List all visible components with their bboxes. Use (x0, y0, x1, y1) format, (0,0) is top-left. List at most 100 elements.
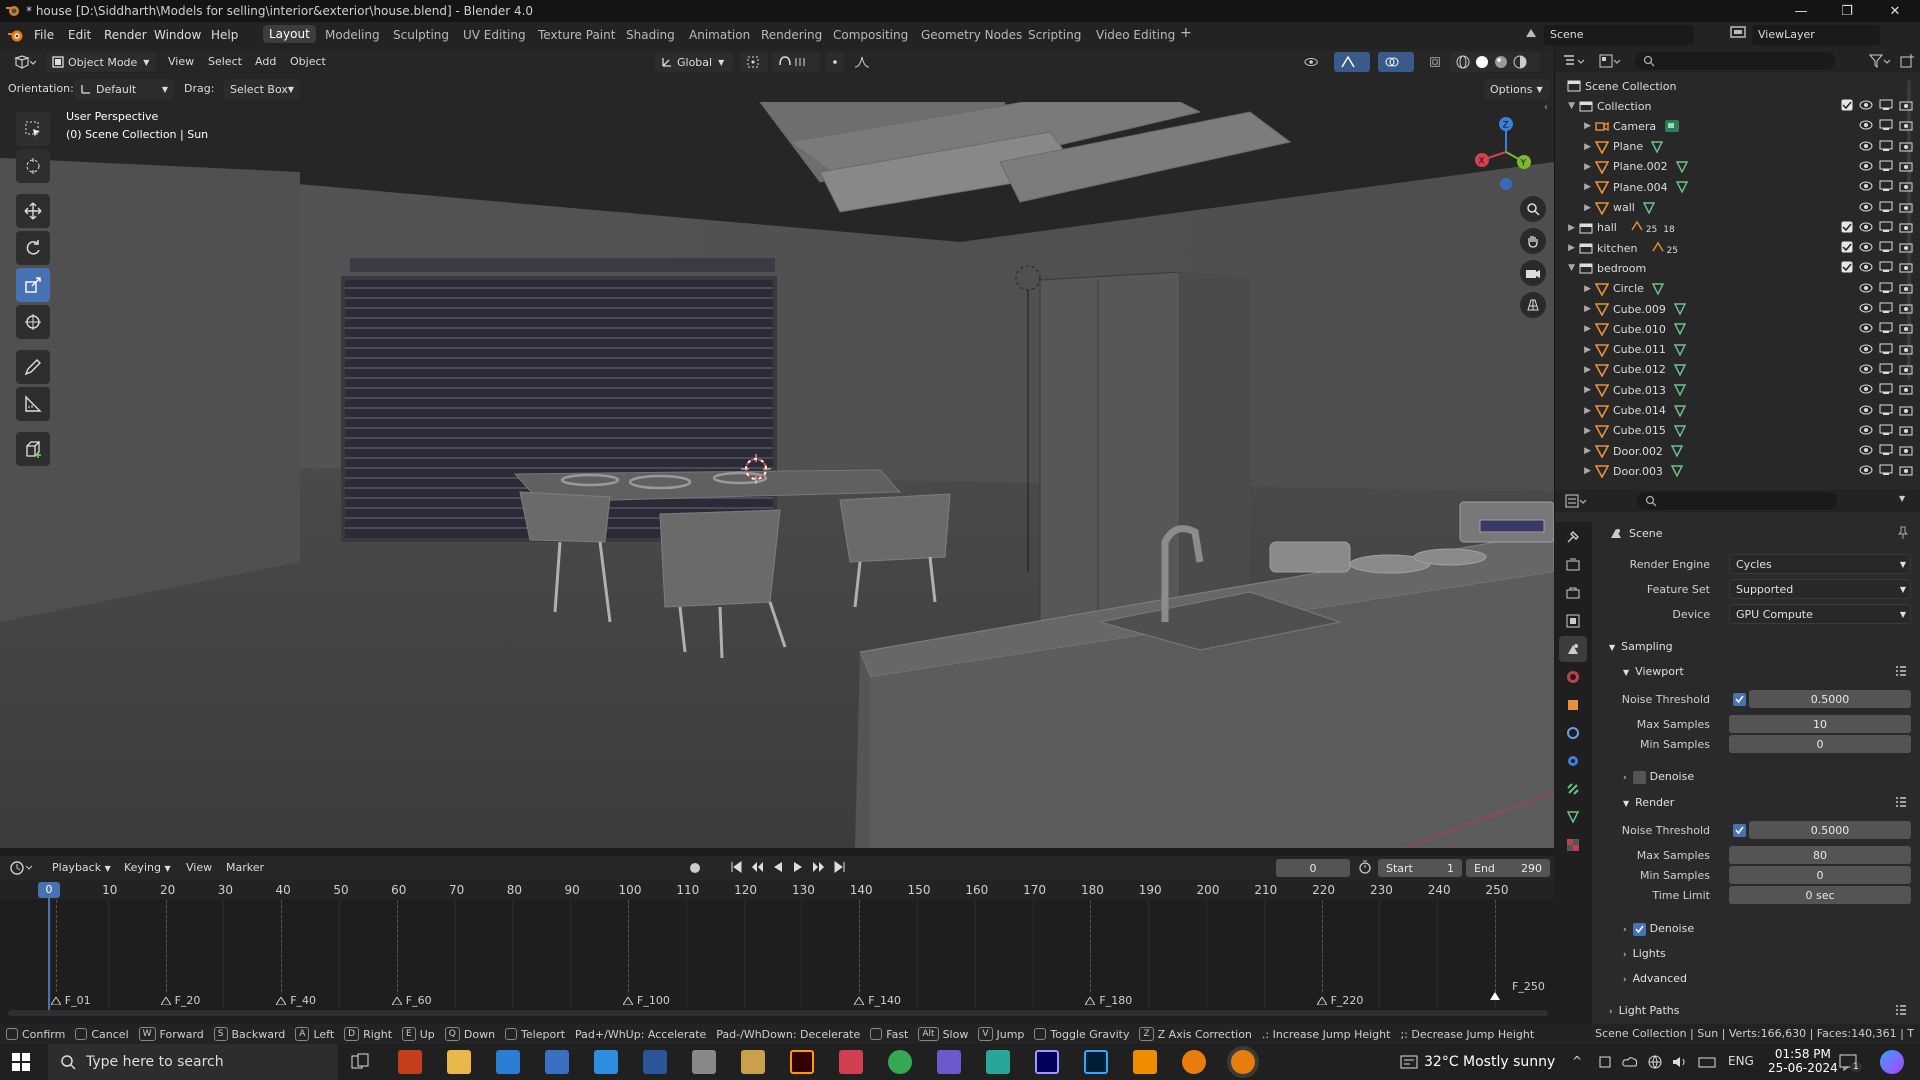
navigation-gizmo[interactable]: Z X Y (1470, 112, 1540, 192)
start-frame-field[interactable]: Start 1 (1378, 859, 1462, 877)
expand-closed-icon[interactable]: ▶ (1555, 284, 1591, 294)
vp-menu-object[interactable]: Object (290, 55, 326, 68)
premiere-icon[interactable] (1035, 1050, 1059, 1074)
powerpoint-icon[interactable] (398, 1050, 422, 1074)
eye-icon[interactable] (1859, 404, 1873, 416)
timeline-marker[interactable]: F_180 (1085, 994, 1132, 1007)
tab-video-editing[interactable]: Video Editing (1096, 28, 1175, 42)
transform-tool-icon[interactable] (16, 305, 50, 339)
copilot-icon[interactable] (1880, 1050, 1904, 1074)
task-view-icon[interactable] (348, 1050, 372, 1074)
prev-keyframe-icon[interactable] (750, 860, 764, 874)
next-keyframe-icon[interactable] (812, 860, 826, 874)
3d-viewport[interactable]: User Perspective (0) Scene Collection | … (0, 102, 1554, 848)
eye-icon[interactable] (1859, 241, 1873, 253)
timeline-scrollbar[interactable] (8, 1010, 1548, 1016)
play-reverse-icon[interactable] (772, 860, 784, 874)
outliner-row-camera[interactable]: ▶ Camera (1555, 116, 1920, 136)
viewport-disable-icon[interactable] (1879, 99, 1893, 111)
eye-icon[interactable] (1859, 282, 1873, 294)
render-disable-icon[interactable] (1899, 261, 1913, 273)
outliner-editor-type-icon[interactable] (1563, 54, 1585, 68)
vlc-icon[interactable] (1133, 1050, 1157, 1074)
modifier-tab-icon[interactable] (1559, 720, 1587, 746)
outliner-row-wall[interactable]: ▶ wall (1555, 198, 1920, 218)
timeline-menu-marker[interactable]: Marker (226, 861, 264, 874)
expand-closed-icon[interactable]: ▶ (1555, 345, 1591, 355)
eye-icon[interactable] (1859, 99, 1873, 111)
render-disable-icon[interactable] (1899, 302, 1913, 314)
timeline-marker[interactable]: F_60 (391, 994, 432, 1007)
pin-icon[interactable] (1897, 526, 1909, 540)
tab-compositing[interactable]: Compositing (833, 28, 908, 42)
eye-icon[interactable] (1859, 140, 1873, 152)
eye-icon[interactable] (1859, 119, 1873, 131)
scale-tool-icon[interactable] (16, 268, 50, 302)
select-box-tool-icon[interactable] (16, 112, 50, 146)
list-options-icon[interactable] (1895, 796, 1907, 808)
exclude-checkbox[interactable] (1841, 99, 1853, 111)
close-button[interactable]: ✕ (1872, 0, 1918, 22)
vp-denoise-section[interactable]: › Denoise (1623, 770, 1694, 784)
render-disable-icon[interactable] (1899, 140, 1913, 152)
timeline-editor-type-icon[interactable] (10, 860, 34, 876)
eye-icon[interactable] (1859, 302, 1873, 314)
windows-start-icon[interactable] (12, 1053, 30, 1071)
vp-menu-add[interactable]: Add (255, 55, 276, 68)
tool-tab-icon[interactable] (1559, 524, 1587, 550)
blender-menu-icon[interactable] (8, 28, 24, 44)
device-dropdown[interactable]: GPU Compute ▼ (1729, 604, 1911, 624)
viewport-subsection-header[interactable]: ▼ Viewport (1623, 665, 1684, 678)
texture-tab-icon[interactable] (1559, 832, 1587, 858)
sidebar-toggle-icon[interactable]: ‹ (1544, 102, 1548, 113)
output-tab-icon[interactable] (1559, 580, 1587, 606)
pivot-point-button[interactable] (740, 52, 768, 72)
word-icon[interactable] (643, 1050, 667, 1074)
menu-help[interactable]: Help (211, 28, 238, 42)
outlook-app-icon[interactable] (496, 1050, 520, 1074)
weather-text[interactable]: 32°C Mostly sunny (1424, 1054, 1555, 1070)
hall-children-summary[interactable]: 25 18 (1631, 220, 1678, 235)
viewport-disable-icon[interactable] (1879, 180, 1893, 192)
end-frame-field[interactable]: End 290 (1466, 859, 1550, 877)
app5-icon[interactable] (937, 1050, 961, 1074)
render-tab-icon[interactable] (1559, 552, 1587, 578)
viewport-disable-icon[interactable] (1879, 363, 1893, 375)
network-icon[interactable] (1648, 1055, 1662, 1069)
expand-closed-icon[interactable]: ▶ (1555, 182, 1591, 192)
properties-editor-type-icon[interactable] (1565, 494, 1587, 508)
gizmo-neg-z-axis[interactable] (1500, 178, 1512, 190)
timeline-marker[interactable]: F_220 (1316, 994, 1363, 1007)
viewlayer-selector[interactable]: ViewLayer (1752, 25, 1880, 45)
tab-sculpting[interactable]: Sculpting (393, 28, 449, 42)
chevron-down-icon[interactable]: ▼ (1899, 494, 1905, 503)
r-denoise-checkbox[interactable] (1632, 922, 1646, 936)
render-disable-icon[interactable] (1899, 201, 1913, 213)
zoom-icon[interactable] (1520, 196, 1546, 222)
render-disable-icon[interactable] (1899, 160, 1913, 172)
expand-closed-icon[interactable]: ▶ (1555, 142, 1591, 152)
sampling-section-header[interactable]: ▼ Sampling (1609, 640, 1673, 653)
render-disable-icon[interactable] (1899, 99, 1913, 111)
lights-section[interactable]: › Lights (1623, 947, 1666, 960)
add-cube-tool-icon[interactable] (16, 432, 50, 466)
render-subsection-header[interactable]: ▼ Render (1623, 796, 1674, 809)
outliner-row-bedroom[interactable]: ▼ bedroom (1555, 258, 1920, 278)
view-layer-tab-icon[interactable] (1559, 608, 1587, 634)
cursor-tool-icon[interactable] (16, 149, 50, 183)
tab-shading[interactable]: Shading (626, 28, 675, 42)
eye-icon[interactable] (1859, 160, 1873, 172)
filter-icon[interactable] (1869, 54, 1891, 68)
auto-keying-icon[interactable] (688, 861, 702, 875)
render-disable-icon[interactable] (1899, 343, 1913, 355)
vp-denoise-checkbox[interactable] (1632, 770, 1646, 784)
viewport-disable-icon[interactable] (1879, 302, 1893, 314)
new-collection-icon[interactable] (1899, 53, 1915, 69)
outliner-search-input[interactable] (1635, 52, 1835, 70)
outliner-row-door-003[interactable]: ▶ Door.003 (1555, 461, 1920, 481)
viewport-disable-icon[interactable] (1879, 404, 1893, 416)
app4-icon[interactable] (839, 1050, 863, 1074)
vp-menu-view[interactable]: View (168, 55, 194, 68)
render-disable-icon[interactable] (1899, 444, 1913, 456)
pan-hand-icon[interactable] (1520, 228, 1546, 254)
